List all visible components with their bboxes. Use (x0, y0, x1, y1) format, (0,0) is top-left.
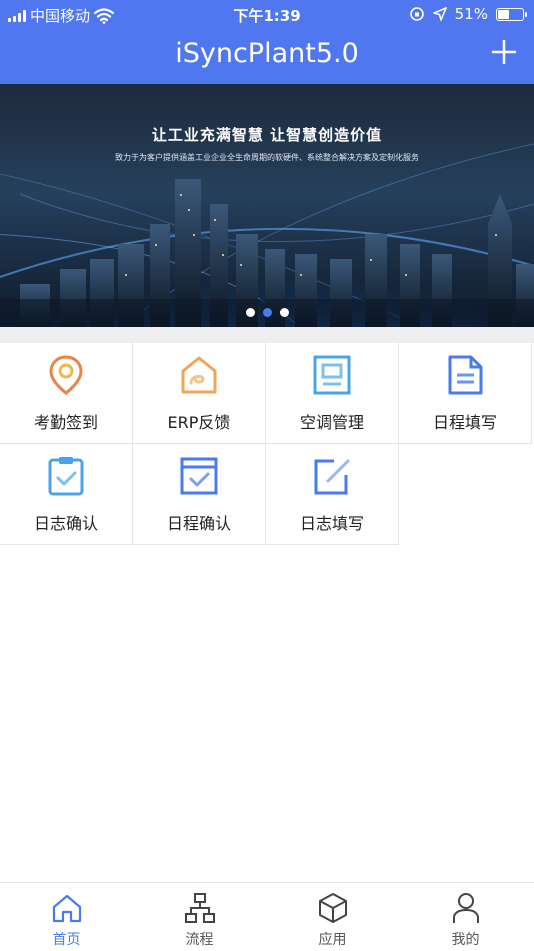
app-item-aircon[interactable]: 空调管理 (266, 343, 399, 444)
app-item-label: ERP反馈 (167, 413, 231, 432)
app-header: 中国移动 下午1:39 51% iSyncPlant5.0 (0, 0, 534, 84)
carousel-indicator[interactable] (0, 308, 534, 317)
edit-icon (314, 459, 350, 495)
carousel-dot[interactable] (245, 308, 255, 317)
app-item-label: 日程填写 (432, 413, 497, 432)
banner-subtitle: 致力于为客户提供涵盖工业企业全生命周期的软硬件、系统整合解决方案及定制化服务 (115, 153, 419, 162)
tab-label: 首页 (52, 932, 81, 948)
battery-icon (496, 7, 527, 21)
app-item-log-fill[interactable]: 日志填写 (266, 444, 399, 545)
cube-icon (319, 893, 347, 923)
banner-title: 让工业充满智慧 让智慧创造价值 (151, 126, 383, 144)
banner-carousel[interactable]: 让工业充满智慧 让智慧创造价值 致力于为客户提供涵盖工业企业全生命周期的软硬件、… (0, 84, 534, 327)
home-icon (52, 894, 82, 923)
feedback-icon (181, 356, 217, 394)
tab-label: 流程 (185, 932, 214, 948)
tab-home[interactable]: 首页 (0, 883, 133, 951)
app-item-label: 空调管理 (299, 413, 364, 432)
orientation-lock-icon (409, 7, 424, 21)
tab-label: 应用 (318, 932, 347, 948)
app-item-label: 日志确认 (33, 514, 98, 533)
app-item-label: 考勤签到 (33, 413, 98, 432)
app-item-attendance[interactable]: 考勤签到 (0, 343, 133, 444)
app-item-label: 日程确认 (166, 514, 231, 533)
clipboard-check-icon (48, 457, 84, 496)
page-title: iSyncPlant5.0 (175, 38, 359, 69)
battery-percent: 51% (454, 5, 488, 23)
section-divider (0, 327, 534, 343)
aircon-panel-icon (313, 355, 351, 395)
plus-icon[interactable] (488, 36, 520, 68)
carousel-dot-active[interactable] (262, 308, 272, 317)
tab-mine[interactable]: 我的 (399, 883, 532, 951)
app-item-schedule-confirm[interactable]: 日程确认 (133, 444, 266, 545)
document-icon (448, 355, 483, 395)
location-arrow-icon (432, 7, 447, 21)
bottom-tab-bar: 首页 流程 应用 我的 (0, 882, 534, 951)
user-icon (453, 893, 479, 923)
tab-flow[interactable]: 流程 (133, 883, 266, 951)
tab-label: 我的 (451, 932, 480, 948)
tab-apps[interactable]: 应用 (266, 883, 399, 951)
status-bar: 中国移动 下午1:39 51% (0, 0, 534, 28)
flow-icon (185, 893, 215, 923)
app-item-schedule-fill[interactable]: 日程填写 (399, 343, 532, 444)
app-item-label: 日志填写 (299, 514, 364, 533)
calendar-check-icon (180, 457, 218, 495)
app-item-log-confirm[interactable]: 日志确认 (0, 444, 133, 545)
city-skyline-image (0, 143, 534, 327)
app-item-erp-feedback[interactable]: ERP反馈 (133, 343, 266, 444)
carousel-dot[interactable] (279, 308, 289, 317)
location-pin-icon (49, 355, 83, 395)
